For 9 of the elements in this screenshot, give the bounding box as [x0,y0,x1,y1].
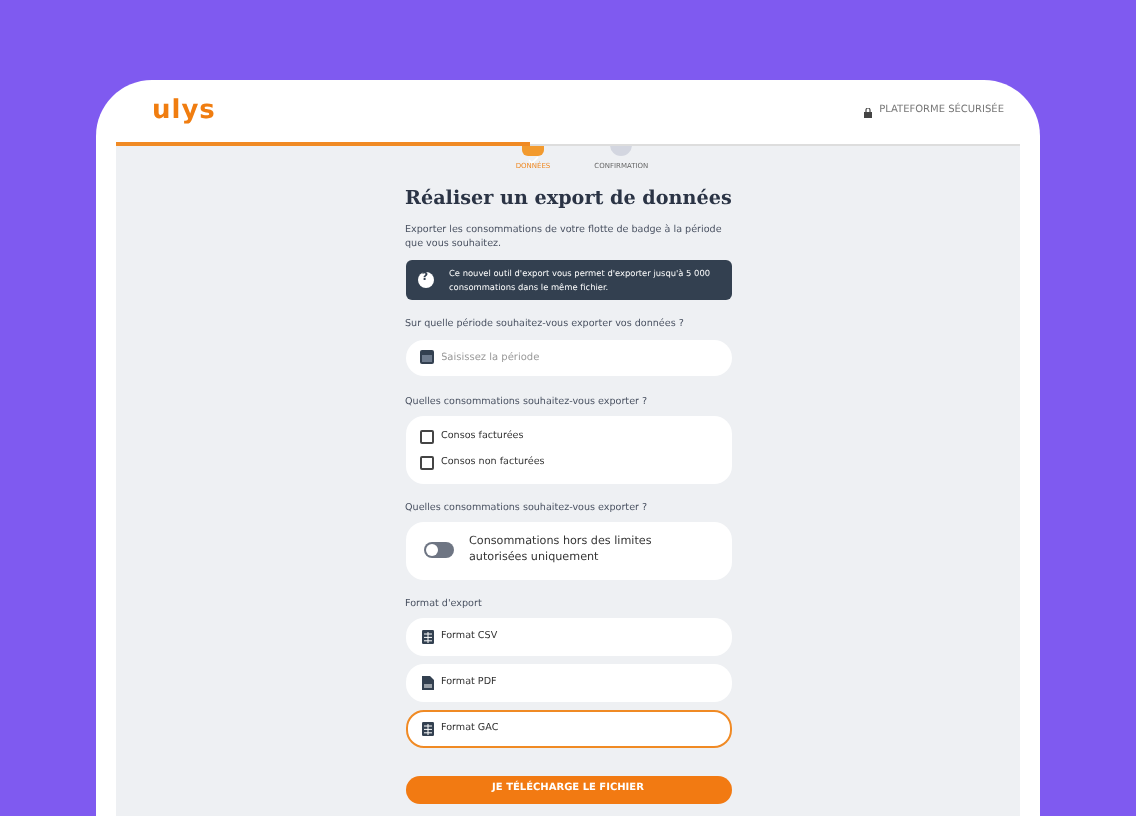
table-icon [421,721,433,736]
checkbox[interactable] [419,429,433,444]
lock-icon [863,107,872,117]
file-icon [421,675,433,690]
checkbox[interactable] [419,455,433,470]
logo: ulys [152,94,216,131]
page-title: Réaliser un export de données [405,188,731,212]
table-icon [421,629,433,644]
toggle-switch[interactable] [423,542,453,559]
